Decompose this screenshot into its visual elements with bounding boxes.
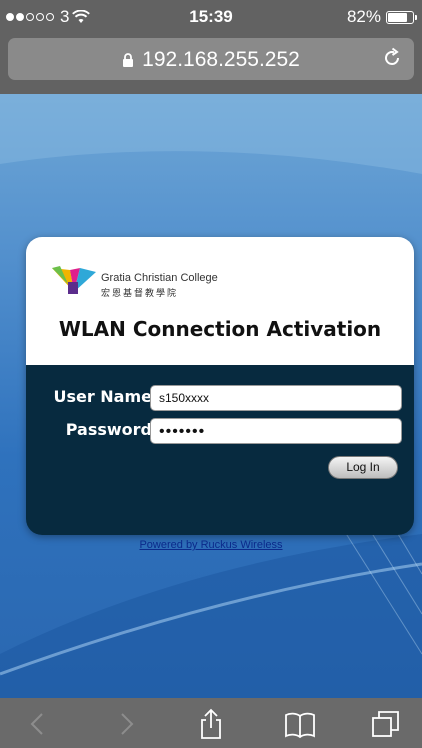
forward-icon[interactable] <box>110 708 142 740</box>
browser-chrome: 3 15:39 82% 192.168.255.252 <box>0 0 422 94</box>
username-label: User Name <box>53 387 152 406</box>
login-button[interactable]: Log In <box>328 456 398 479</box>
tabs-icon[interactable] <box>370 708 402 740</box>
browser-toolbar <box>0 698 422 748</box>
college-logo-icon <box>52 266 96 294</box>
reload-icon[interactable] <box>380 46 404 70</box>
url-text: 192.168.255.252 <box>142 48 300 71</box>
web-page: Gratia Christian College 宏恩基督教學院 WLAN Co… <box>0 94 422 698</box>
username-field[interactable]: s150xxxx <box>150 385 402 411</box>
college-name-en: Gratia Christian College <box>101 272 218 284</box>
status-bar: 3 15:39 82% <box>0 0 422 34</box>
share-icon[interactable] <box>195 708 227 740</box>
page-title: WLAN Connection Activation <box>58 317 382 341</box>
login-card: Gratia Christian College 宏恩基督教學院 WLAN Co… <box>26 237 414 535</box>
powered-by-link[interactable]: Powered by Ruckus Wireless <box>0 539 422 551</box>
battery-percent: 82% <box>346 7 381 26</box>
battery-icon <box>386 10 417 24</box>
password-label: Password <box>65 420 152 439</box>
password-field[interactable]: ••••••• <box>150 418 402 444</box>
battery-area: 82% <box>346 7 417 27</box>
card-header: Gratia Christian College 宏恩基督教學院 WLAN Co… <box>26 237 414 365</box>
login-form: User Name s150xxxx Password ••••••• Log … <box>26 365 414 535</box>
address-bar[interactable]: 192.168.255.252 <box>8 38 414 80</box>
college-name-zh: 宏恩基督教學院 <box>101 288 179 298</box>
bookmarks-icon[interactable] <box>284 708 316 740</box>
back-icon[interactable] <box>22 708 54 740</box>
lock-icon <box>123 53 134 67</box>
